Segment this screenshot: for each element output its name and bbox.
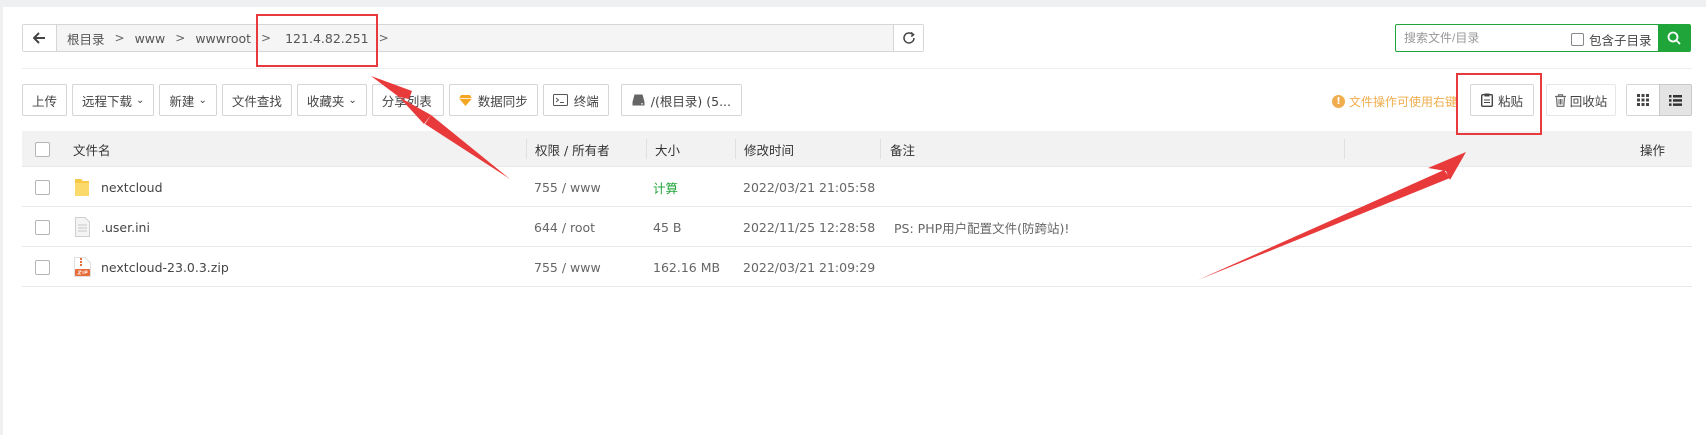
refresh-icon xyxy=(902,31,915,44)
trash-icon xyxy=(1554,93,1566,107)
column-divider xyxy=(526,139,527,159)
table-row[interactable]: .user.ini 644 / root 45 B 2022/11/25 12:… xyxy=(22,207,1692,247)
chevron-right-icon: > xyxy=(378,31,389,45)
file-size-calculate[interactable]: 计算 xyxy=(653,167,678,207)
text-file-icon xyxy=(75,207,90,247)
row-checkbox[interactable] xyxy=(35,259,50,275)
chevron-down-icon: ⌄ xyxy=(198,94,207,106)
row-checkbox[interactable] xyxy=(35,179,50,195)
hard-drive-icon xyxy=(632,94,645,106)
list-icon xyxy=(1669,94,1682,106)
column-divider xyxy=(880,139,881,159)
grid-view-button[interactable] xyxy=(1626,84,1660,116)
toolbar: 上传 远程下载 ⌄ 新建 ⌄ 文件查找 收藏夹 ⌄ 分享列表 数据同步 终端 /(根目… xyxy=(22,84,747,116)
search-input[interactable] xyxy=(1404,29,1564,47)
file-mtime: 2022/11/25 12:28:58 xyxy=(743,219,876,235)
column-divider xyxy=(646,139,647,159)
top-strip xyxy=(0,0,1706,7)
chevron-down-icon: ⌄ xyxy=(348,94,357,106)
include-subdir-checkbox[interactable] xyxy=(1571,33,1584,46)
path-bar: 根目录 > www > wwwroot > 121.4.82.251 > xyxy=(22,24,924,52)
column-operations: 操作 xyxy=(1640,142,1666,158)
upload-button[interactable]: 上传 xyxy=(22,84,68,116)
zip-file-icon xyxy=(74,247,91,287)
terminal-button[interactable]: 终端 xyxy=(542,84,609,116)
chevron-down-icon: ⌄ xyxy=(136,94,145,106)
select-all-checkbox[interactable] xyxy=(35,141,50,157)
search-box: 包含子目录 xyxy=(1395,24,1691,52)
favorites-button[interactable]: 收藏夹 ⌄ xyxy=(296,84,367,116)
arrow-left-icon xyxy=(33,32,45,44)
column-divider xyxy=(735,139,736,159)
row-select-cell xyxy=(35,247,50,287)
share-list-button[interactable]: 分享列表 xyxy=(371,84,444,116)
file-size: 162.16 MB xyxy=(653,259,721,275)
file-mtime: 2022/03/21 21:05:58 xyxy=(743,179,876,195)
file-mtime: 2022/03/21 21:09:29 xyxy=(743,259,876,275)
column-remark: 备注 xyxy=(890,142,916,158)
file-permission[interactable]: 644 / root xyxy=(534,207,595,247)
file-permission[interactable]: 755 / www xyxy=(534,247,601,287)
folder-icon xyxy=(74,167,90,207)
row-select-cell xyxy=(35,167,50,207)
chevron-right-icon: > xyxy=(114,31,125,45)
refresh-button[interactable] xyxy=(893,25,923,51)
annotation-box-paste xyxy=(1456,73,1542,135)
new-button[interactable]: 新建 ⌄ xyxy=(159,84,217,116)
terminal-icon xyxy=(552,94,568,106)
recycle-bin-button[interactable]: 回收站 xyxy=(1546,84,1616,116)
table-row[interactable]: nextcloud 755 / www 计算 2022/03/21 21:05:… xyxy=(22,167,1692,207)
divider xyxy=(22,68,1692,69)
right-click-hint: ! 文件操作可使用右键 xyxy=(1332,93,1456,109)
table-row[interactable]: nextcloud-23.0.3.zip 755 / www 162.16 MB… xyxy=(22,247,1692,287)
row-select-cell xyxy=(35,207,50,247)
back-button[interactable] xyxy=(23,25,57,51)
column-divider xyxy=(1344,139,1345,159)
file-size: 45 B xyxy=(653,219,682,235)
grid-icon xyxy=(1637,94,1649,106)
column-permission[interactable]: 权限 / 所有者 xyxy=(535,131,610,167)
data-sync-button[interactable]: 数据同步 xyxy=(448,84,538,116)
file-name[interactable]: nextcloud-23.0.3.zip xyxy=(101,247,229,287)
column-name[interactable]: 文件名 xyxy=(73,131,111,167)
list-view-button[interactable] xyxy=(1659,84,1692,116)
search-icon xyxy=(1667,31,1681,45)
file-name[interactable]: .user.ini xyxy=(101,207,150,247)
search-button[interactable] xyxy=(1658,25,1690,51)
annotation-box-path xyxy=(256,14,378,67)
file-remark[interactable]: PS: PHP用户配置文件(防跨站)! xyxy=(894,207,1069,247)
diamond-icon xyxy=(458,94,472,106)
column-size[interactable]: 大小 xyxy=(655,131,680,167)
file-name[interactable]: nextcloud xyxy=(101,167,163,207)
include-subdir-label: 包含子目录 xyxy=(1589,33,1652,48)
table-header: 文件名 权限 / 所有者 大小 修改时间 备注 操作 xyxy=(22,131,1692,167)
include-subdir-option[interactable]: 包含子目录 xyxy=(1571,30,1652,49)
select-all-cell xyxy=(35,131,50,167)
column-modified-time[interactable]: 修改时间 xyxy=(744,131,794,167)
left-strip xyxy=(0,7,3,435)
file-search-button[interactable]: 文件查找 xyxy=(221,84,292,116)
disk-button[interactable]: /(根目录) (5... xyxy=(620,84,742,116)
breadcrumb-item-root[interactable]: 根目录 > xyxy=(57,29,125,48)
info-icon: ! xyxy=(1332,94,1345,108)
row-checkbox[interactable] xyxy=(35,219,50,235)
remote-download-button[interactable]: 远程下载 ⌄ xyxy=(72,84,155,116)
chevron-right-icon: > xyxy=(175,31,186,45)
file-permission[interactable]: 755 / www xyxy=(534,167,601,207)
breadcrumb-item-www[interactable]: www > xyxy=(125,31,186,46)
